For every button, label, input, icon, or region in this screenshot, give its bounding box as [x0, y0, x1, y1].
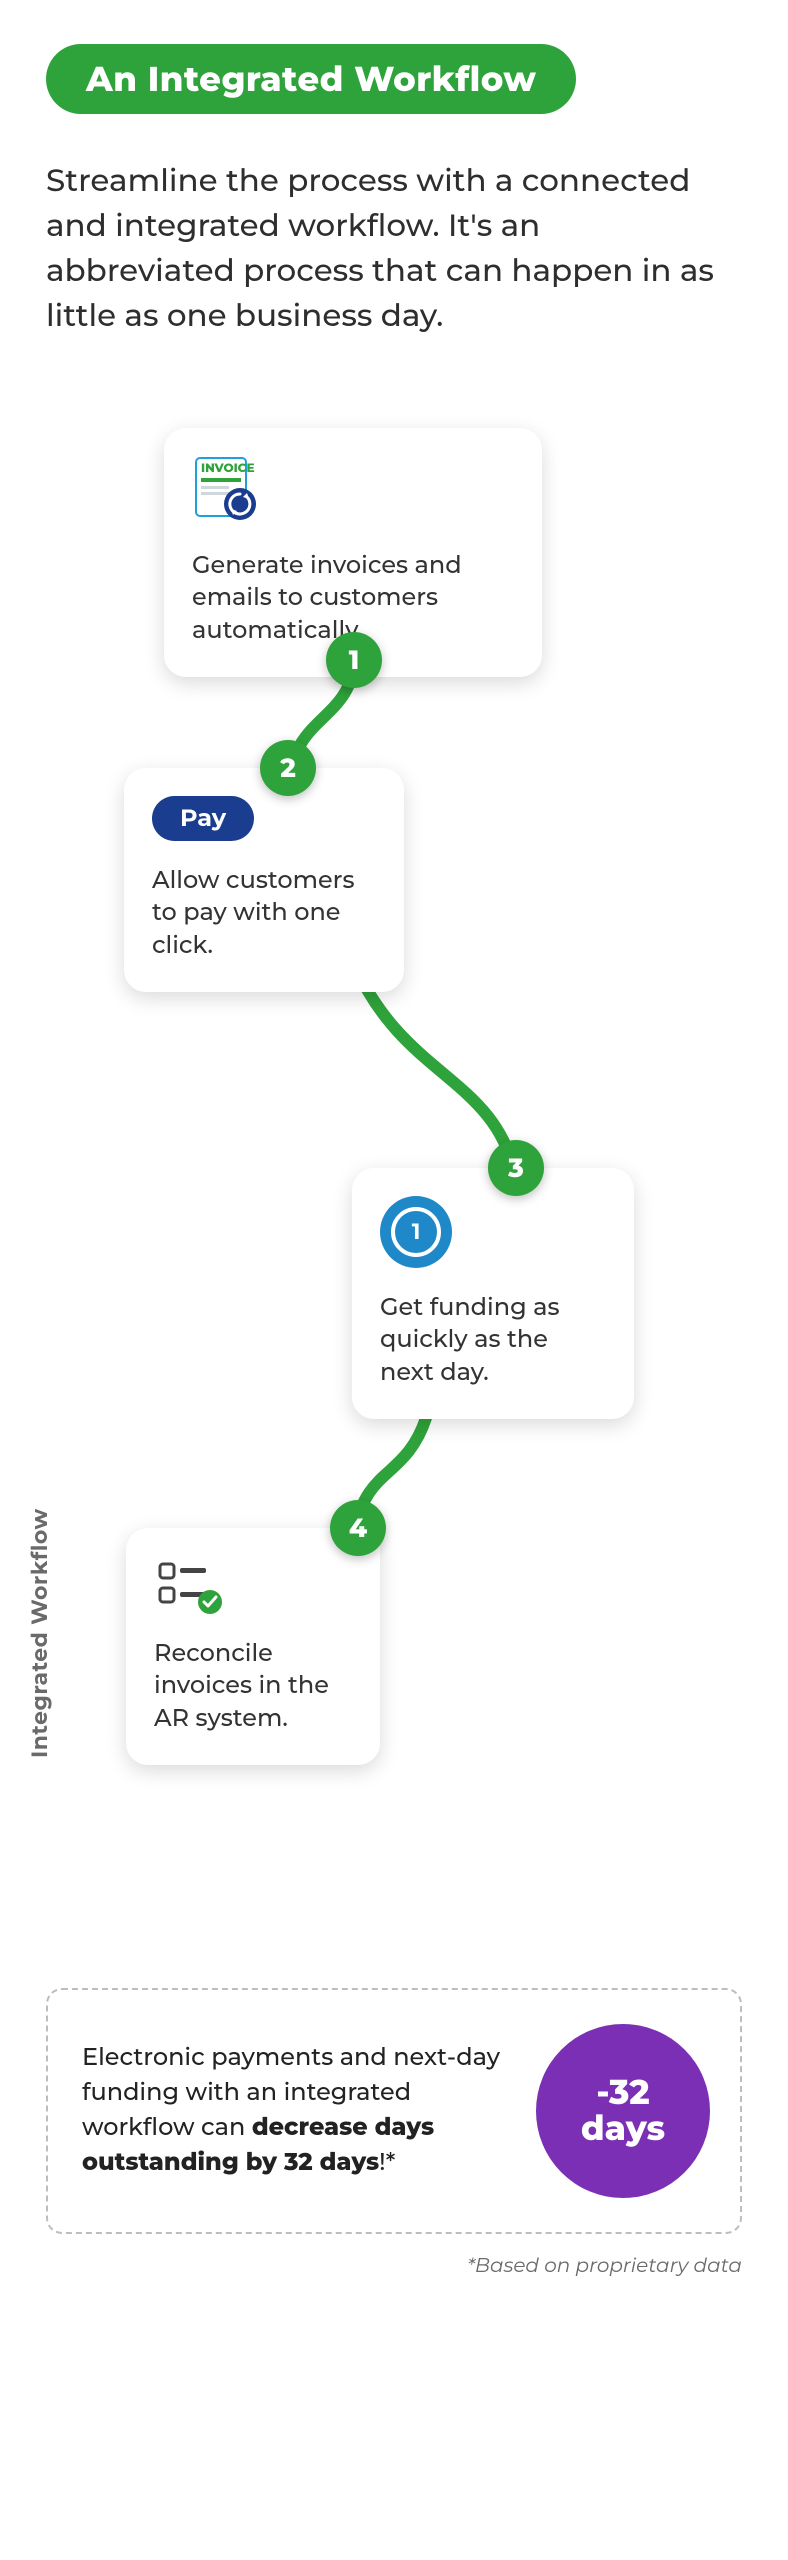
- intro-paragraph: Streamline the process with a connected …: [46, 158, 726, 338]
- step-badge-2: 2: [260, 740, 316, 796]
- page-root: An Integrated Workflow Streamline the pr…: [0, 0, 788, 2560]
- step-card-3: 1 Get funding as quickly as the next day…: [352, 1168, 634, 1419]
- step-2-text: Allow customers to pay with one click.: [152, 865, 376, 962]
- step-4-text: Reconcile invoices in the AR system.: [154, 1638, 352, 1735]
- invoice-label: INVOICE: [201, 461, 255, 476]
- impact-stat-unit: days: [581, 2111, 665, 2147]
- callout-text: Electronic payments and next-day funding…: [82, 2041, 508, 2180]
- checklist-icon: [154, 1556, 352, 1616]
- section-title-text: An Integrated Workflow: [86, 58, 536, 100]
- pay-label: Pay: [180, 804, 226, 833]
- workflow-diagram: Integrated Workflow INVOICE: [46, 428, 742, 1948]
- impact-stat-value: -32: [596, 2075, 649, 2111]
- step-3-text: Get funding as quickly as the next day.: [380, 1292, 606, 1389]
- side-label: Integrated Workflow: [26, 1508, 53, 1758]
- step-badge-3: 3: [488, 1140, 544, 1196]
- funding-coin-icon: 1: [380, 1196, 452, 1268]
- impact-stat-circle: -32 days: [536, 2024, 710, 2198]
- footnote: *Based on proprietary data: [46, 2254, 742, 2278]
- callout-post: !*: [379, 2148, 395, 2177]
- step-card-2: Pay Allow customers to pay with one clic…: [124, 768, 404, 992]
- impact-callout: Electronic payments and next-day funding…: [46, 1988, 742, 2234]
- pay-button-icon: Pay: [152, 796, 254, 841]
- step-badge-1: 1: [326, 632, 382, 688]
- section-title-pill: An Integrated Workflow: [46, 44, 576, 114]
- coin-glyph: 1: [412, 1218, 421, 1245]
- invoice-icon: INVOICE: [192, 456, 514, 528]
- step-card-4: Reconcile invoices in the AR system.: [126, 1528, 380, 1765]
- step-badge-4: 4: [330, 1500, 386, 1556]
